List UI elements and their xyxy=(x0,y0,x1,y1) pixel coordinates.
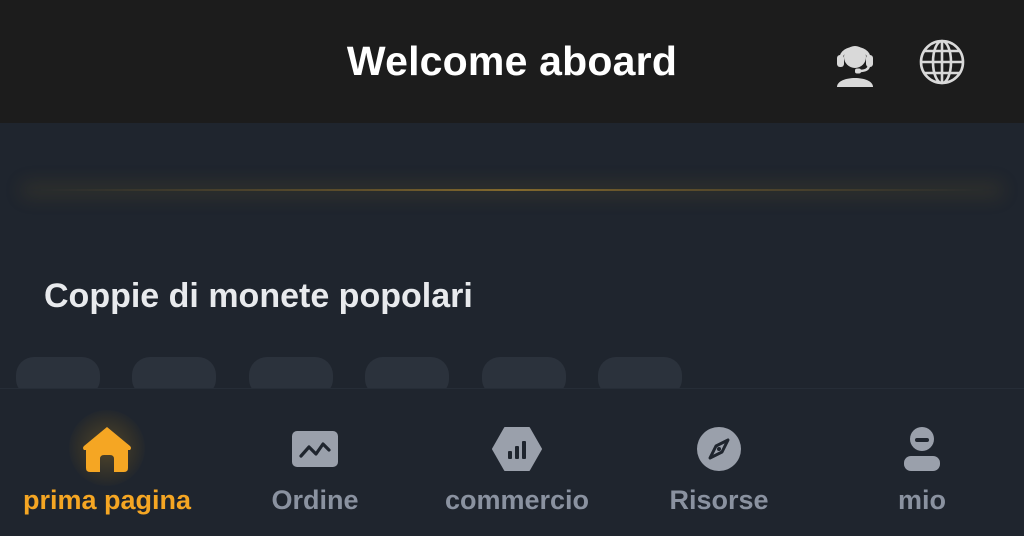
trade-icon xyxy=(489,421,545,477)
nav-label-order: Ordine xyxy=(271,485,359,515)
profile-icon xyxy=(894,421,950,477)
nav-item-profile[interactable]: mio xyxy=(820,389,1024,536)
nav-item-order[interactable]: Ordine xyxy=(214,389,416,536)
bottom-navigation: prima pagina Ordine commercio Risorse mi… xyxy=(0,388,1024,536)
chart-icon xyxy=(287,421,343,477)
app-header: Welcome aboard xyxy=(0,0,1024,123)
section-title: Coppie di monete popolari xyxy=(44,277,473,315)
nav-label-trade: commercio xyxy=(444,485,590,515)
nav-item-trade[interactable]: commercio xyxy=(416,389,618,536)
headset-support-icon[interactable] xyxy=(829,36,881,88)
nav-label-resources: Risorse xyxy=(669,485,769,515)
nav-item-home[interactable]: prima pagina xyxy=(0,389,214,536)
nav-label-profile: mio xyxy=(897,485,946,515)
main-content: Coppie di monete popolari xyxy=(0,123,1024,397)
globe-icon[interactable] xyxy=(916,36,968,88)
home-icon xyxy=(79,421,135,477)
compass-icon xyxy=(691,421,747,477)
accent-divider xyxy=(28,189,996,191)
nav-item-resources[interactable]: Risorse xyxy=(618,389,820,536)
nav-label-home: prima pagina xyxy=(22,485,192,515)
